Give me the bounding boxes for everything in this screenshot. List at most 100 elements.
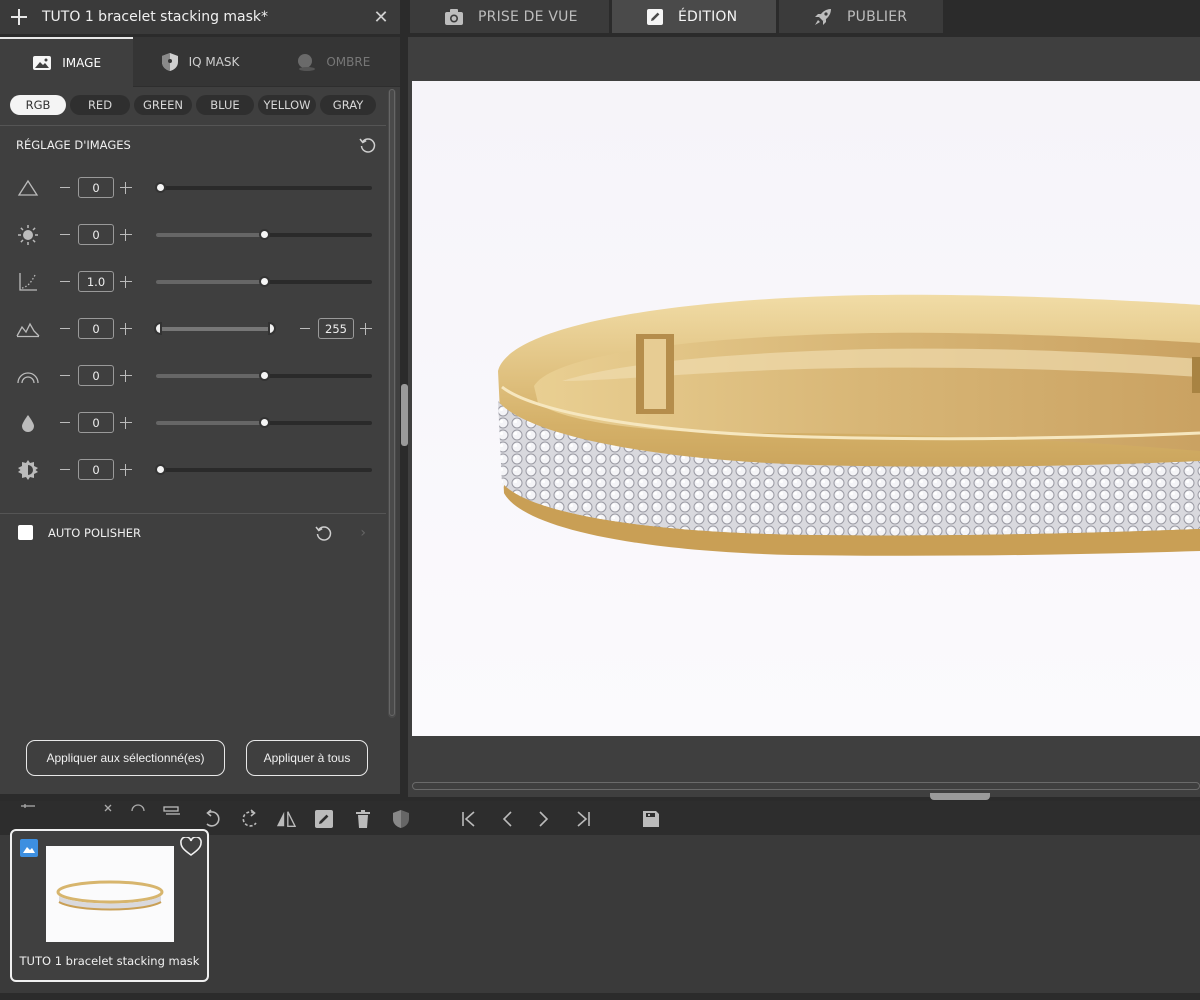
channel-yellow[interactable]: YELLOW bbox=[258, 95, 316, 115]
saturation-value[interactable]: 0 bbox=[78, 412, 114, 433]
scrollbar-thumb[interactable] bbox=[389, 89, 395, 716]
plus-button[interactable] bbox=[120, 369, 132, 382]
brightness-value[interactable]: 0 bbox=[78, 224, 114, 245]
gamma-slider[interactable] bbox=[156, 275, 372, 287]
mask-shield-icon[interactable] bbox=[391, 809, 411, 829]
copy-icon[interactable] bbox=[162, 805, 182, 825]
slider-row-saturation: 0 bbox=[0, 399, 400, 446]
slider-handle[interactable] bbox=[259, 275, 270, 287]
plus-button[interactable] bbox=[120, 228, 132, 241]
plus-button[interactable] bbox=[120, 181, 132, 194]
project-header: TUTO 1 bracelet stacking mask* ✕ bbox=[0, 0, 400, 34]
tab-iq-mask[interactable]: IQ MASK bbox=[133, 37, 267, 87]
levels-min-value[interactable]: 0 bbox=[78, 318, 114, 339]
slider-handle[interactable] bbox=[259, 369, 270, 381]
channel-gray[interactable]: GRAY bbox=[320, 95, 376, 115]
minus-button[interactable] bbox=[60, 328, 70, 329]
slider-handle[interactable] bbox=[155, 463, 167, 475]
panel-scrollbar[interactable] bbox=[388, 89, 396, 718]
channel-rgb[interactable]: RGB bbox=[10, 95, 66, 115]
refresh-small-icon[interactable] bbox=[128, 803, 148, 813]
filmstrip: TUTO 1 bracelet stacking mask bbox=[0, 829, 1200, 993]
tab-image[interactable]: IMAGE bbox=[0, 37, 134, 87]
sharpness-slider[interactable] bbox=[155, 463, 372, 475]
minus-button[interactable] bbox=[60, 187, 70, 188]
exposure-slider[interactable] bbox=[155, 181, 372, 193]
section-title: RÉGLAGE D'IMAGES bbox=[16, 138, 131, 152]
tab-label: PUBLIER bbox=[847, 8, 908, 25]
contrast-slider[interactable] bbox=[156, 369, 372, 381]
reset-icon[interactable] bbox=[314, 523, 334, 543]
slider-row-gamma: 1.0 bbox=[0, 258, 400, 305]
minus-button[interactable] bbox=[60, 375, 70, 376]
plus-button[interactable] bbox=[120, 275, 132, 288]
last-image-icon[interactable] bbox=[573, 809, 593, 829]
preview-scrollbar[interactable] bbox=[412, 782, 1200, 790]
shield-icon bbox=[161, 52, 178, 71]
tab-publier[interactable]: PUBLIER bbox=[779, 0, 943, 33]
saturation-slider[interactable] bbox=[156, 416, 372, 428]
close-icon[interactable]: ✕ bbox=[372, 7, 390, 28]
apply-all-button[interactable]: Appliquer à tous bbox=[246, 740, 368, 776]
slider-row-levels: 0 255 bbox=[0, 305, 400, 352]
range-min-handle[interactable] bbox=[154, 321, 162, 335]
minus-button[interactable] bbox=[60, 234, 70, 235]
add-icon[interactable] bbox=[10, 8, 28, 26]
film-item[interactable]: TUTO 1 bracelet stacking mask bbox=[10, 829, 209, 982]
minus-button[interactable] bbox=[60, 469, 70, 470]
apply-selected-button[interactable]: Appliquer aux sélectionné(es) bbox=[26, 740, 225, 776]
edit-icon[interactable] bbox=[314, 809, 334, 829]
auto-polisher-row: AUTO POLISHER › bbox=[0, 513, 386, 551]
rocket-icon bbox=[815, 8, 831, 25]
tab-edition[interactable]: ÉDITION bbox=[612, 0, 776, 33]
previous-image-icon[interactable] bbox=[497, 809, 517, 829]
adjustment-panel: IMAGE IQ MASK OMBRE RGB RED GREEN BLUE Y… bbox=[0, 37, 400, 794]
gamma-value[interactable]: 1.0 bbox=[78, 271, 114, 292]
rotate-left-icon[interactable] bbox=[202, 809, 222, 829]
slider-handle[interactable] bbox=[259, 416, 270, 428]
filmstrip-collapse-handle[interactable] bbox=[930, 793, 990, 800]
camera-icon bbox=[445, 8, 463, 25]
auto-polisher-checkbox[interactable] bbox=[18, 525, 33, 540]
brightness-slider[interactable] bbox=[156, 228, 372, 240]
channel-blue[interactable]: BLUE bbox=[196, 95, 254, 115]
product-photo[interactable] bbox=[412, 81, 1200, 736]
trash-icon[interactable] bbox=[353, 809, 373, 829]
channel-green[interactable]: GREEN bbox=[134, 95, 192, 115]
saturation-drop-icon bbox=[16, 411, 40, 435]
plus-button[interactable] bbox=[360, 322, 372, 335]
tab-ombre[interactable]: OMBRE bbox=[266, 37, 400, 87]
range-max-handle[interactable] bbox=[268, 321, 276, 335]
levels-range-slider[interactable] bbox=[154, 321, 276, 335]
minus-button[interactable] bbox=[300, 328, 310, 329]
close-small-icon[interactable] bbox=[98, 803, 118, 813]
plus-button[interactable] bbox=[120, 463, 132, 476]
minus-button[interactable] bbox=[60, 281, 70, 282]
plus-button[interactable] bbox=[120, 322, 132, 335]
sliders-icon[interactable] bbox=[18, 803, 38, 813]
rotate-right-icon[interactable] bbox=[240, 809, 260, 829]
exposure-value[interactable]: 0 bbox=[78, 177, 114, 198]
thumbnail-image bbox=[46, 846, 174, 942]
minus-button[interactable] bbox=[60, 422, 70, 423]
save-icon[interactable] bbox=[641, 809, 661, 829]
pencil-icon bbox=[647, 8, 663, 25]
favorite-heart-icon[interactable] bbox=[180, 837, 202, 857]
reset-icon[interactable] bbox=[358, 135, 378, 155]
photo-type-icon bbox=[20, 839, 38, 857]
first-image-icon[interactable] bbox=[459, 809, 479, 829]
channel-red[interactable]: RED bbox=[70, 95, 130, 115]
levels-max-value[interactable]: 255 bbox=[318, 318, 354, 339]
sharpness-value[interactable]: 0 bbox=[78, 459, 114, 480]
tab-prise-de-vue[interactable]: PRISE DE VUE bbox=[410, 0, 609, 33]
plus-button[interactable] bbox=[120, 416, 132, 429]
chevron-right-icon[interactable]: › bbox=[360, 525, 366, 541]
panel-collapse-handle[interactable] bbox=[401, 384, 408, 446]
next-image-icon[interactable] bbox=[534, 809, 554, 829]
flip-icon[interactable] bbox=[276, 809, 296, 829]
slider-handle[interactable] bbox=[259, 228, 270, 240]
contrast-arc-icon bbox=[16, 364, 40, 388]
contrast-value[interactable]: 0 bbox=[78, 365, 114, 386]
main-tabs: PRISE DE VUE ÉDITION PUBLIER bbox=[410, 0, 946, 34]
slider-handle[interactable] bbox=[155, 181, 167, 193]
